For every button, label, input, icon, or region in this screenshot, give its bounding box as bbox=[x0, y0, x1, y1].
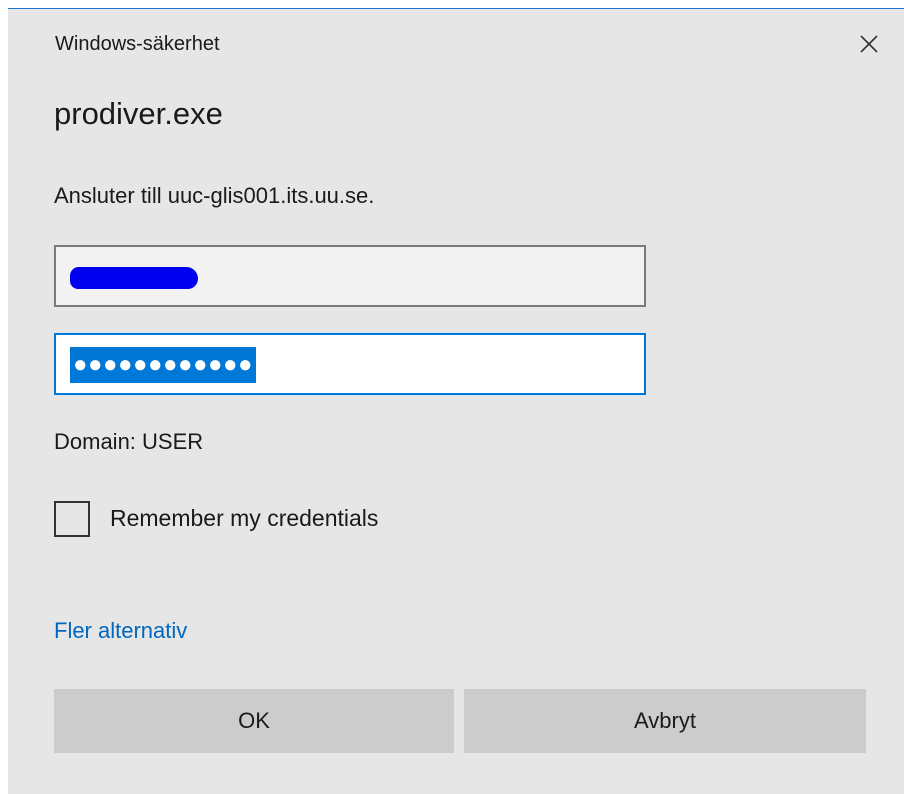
connect-message: Ansluter till uuc-glis001.its.uu.se. bbox=[54, 183, 375, 208]
password-masked-value: ●●●●●●●●●●●● bbox=[70, 347, 256, 383]
window-title: Windows-säkerhet bbox=[55, 33, 220, 55]
credential-dialog: Windows-säkerhet prodiver.exe Ansluter t… bbox=[8, 8, 904, 794]
cancel-button[interactable]: Avbryt bbox=[464, 689, 866, 753]
username-field[interactable] bbox=[54, 245, 646, 307]
remember-credentials-label[interactable]: Remember my credentials bbox=[110, 505, 378, 532]
close-icon[interactable] bbox=[858, 33, 880, 55]
ok-button[interactable]: OK bbox=[54, 689, 454, 753]
more-options-link[interactable]: Fler alternativ bbox=[54, 618, 187, 644]
password-field[interactable]: ●●●●●●●●●●●● bbox=[54, 333, 646, 395]
app-name: prodiver.exe bbox=[54, 96, 223, 131]
domain-label: Domain: USER bbox=[54, 429, 204, 454]
redacted-username bbox=[70, 267, 198, 289]
remember-credentials-checkbox[interactable] bbox=[54, 501, 90, 537]
